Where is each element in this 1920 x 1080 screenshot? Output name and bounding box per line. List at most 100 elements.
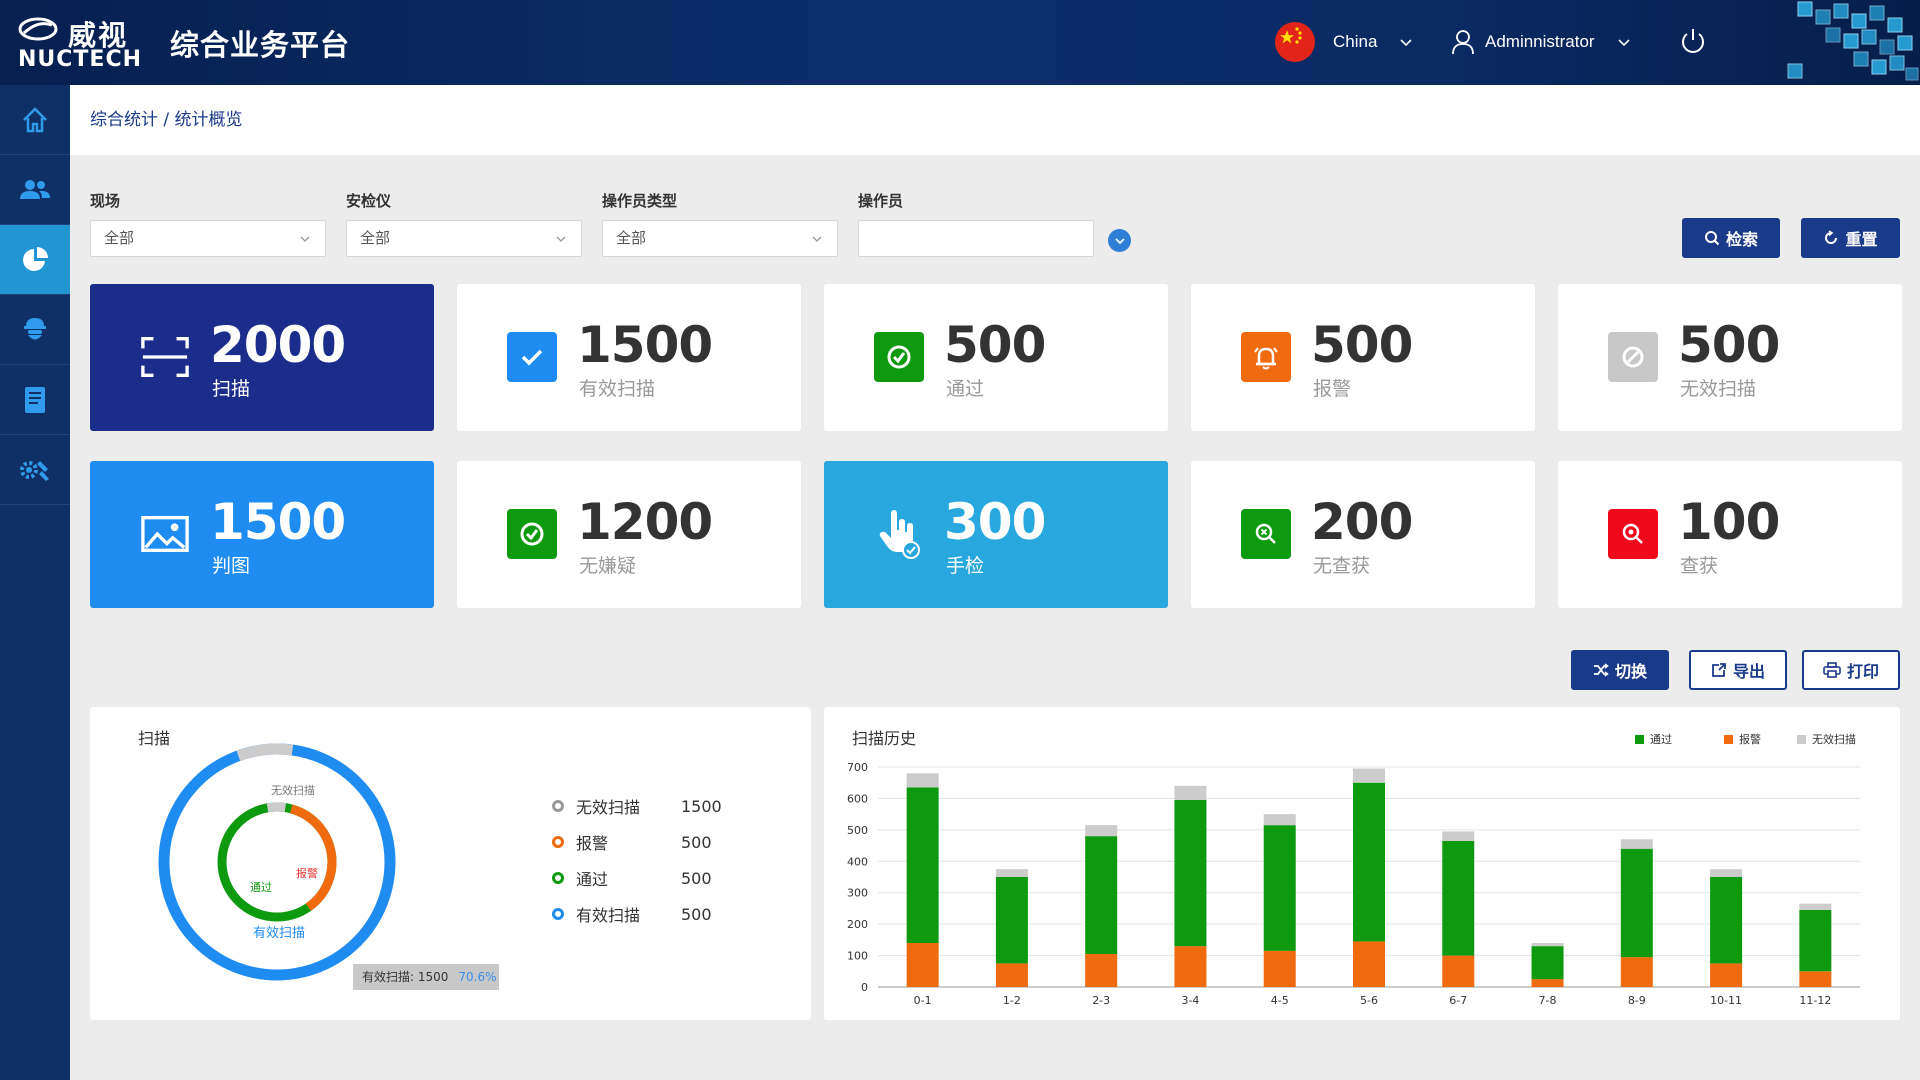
bar-segment [906,773,939,788]
decorative-cubes-graphic [1787,1,1919,81]
legend-value: 500 [681,868,712,888]
legend-item: 报警 500 [552,831,741,853]
stat-card-nothing-found: 200 无查获 [1191,461,1535,608]
sidebar-item-users[interactable] [0,155,70,225]
user-menu[interactable]: Adminnistrator [1451,24,1631,60]
device-filter-label: 安检仪 [346,192,392,210]
stat-card-image-judge: 1500 判图 [90,461,434,608]
stat-label: 报警 [1313,378,1352,400]
bar-segment [906,943,939,987]
region-selector[interactable]: China [1275,22,1413,62]
stat-value: 300 [944,493,1046,551]
bar-segment [1531,979,1564,987]
bar-segment [1799,910,1832,972]
settings-icon [20,460,49,481]
bar-segment [1085,825,1118,837]
print-button[interactable]: 打印 [1802,650,1900,690]
power-icon[interactable] [1678,26,1708,56]
legend-marker [552,800,564,812]
device-select[interactable]: 全部 [346,220,582,257]
check-circle-icon [874,332,924,382]
stat-label: 查获 [1680,555,1719,577]
bar-segment [1620,839,1653,849]
switch-button[interactable]: 切换 [1571,650,1669,690]
search-x-icon [1241,509,1291,559]
x-tick-label: 5-6 [1360,994,1378,1007]
stat-card-hand-check: 300 手检 [824,461,1168,608]
bar-segment [1085,836,1118,954]
y-tick-label: 200 [847,918,868,931]
legend-marker [552,908,564,920]
inspector-icon [24,317,46,339]
operator-type-select-value: 全部 [616,229,647,247]
bar-segment [1174,800,1207,947]
stat-value: 1500 [210,493,346,551]
search-button[interactable]: 检索 [1682,218,1780,258]
stat-label: 有效扫描 [579,378,656,400]
x-tick-label: 11-12 [1799,994,1831,1007]
sidebar-item-statistics[interactable] [0,225,70,295]
refresh-icon [1825,230,1838,244]
donut-label-pass: 通过 [250,881,272,894]
bar-segment [1442,831,1475,841]
bar-segment [1710,963,1743,987]
check-circle-icon [507,509,557,559]
legend-marker [552,872,564,884]
y-tick-label: 700 [847,761,868,774]
stat-label: 无效扫描 [1680,378,1757,400]
stat-label: 无嫌疑 [579,555,637,577]
x-tick-label: 7-8 [1539,994,1557,1007]
sidebar-item-home[interactable] [0,85,70,155]
reset-button[interactable]: 重置 [1801,218,1900,258]
sidebar-item-settings[interactable] [0,435,70,505]
bar-segment [1353,941,1385,987]
home-icon [23,106,47,132]
scan-icon [140,332,190,382]
site-select[interactable]: 全部 [90,220,326,257]
bar-segment [1353,782,1385,942]
bar-segment [1353,768,1385,783]
tooltip-text: 有效扫描: 1500 [362,970,449,984]
operator-input[interactable] [858,220,1094,257]
bar-segment [995,963,1028,987]
operator-type-select[interactable]: 全部 [602,220,838,257]
user-name: Adminnistrator [1485,32,1595,51]
search-button-label: 检索 [1725,230,1758,249]
stat-card-pass: 500 通过 [824,284,1168,431]
stat-card-scan: 2000 扫描 [90,284,434,431]
chevron-down-icon [812,236,822,242]
operator-filter-label: 操作员 [858,192,904,210]
bar-segment [1442,955,1475,987]
book-icon [25,386,45,413]
stat-label: 手检 [946,555,985,577]
bar-segment [1085,954,1118,987]
users-icon [20,179,50,199]
user-icon [1452,30,1474,55]
donut-label-invalid: 无效扫描 [271,783,315,797]
sidebar-item-inspector[interactable] [0,295,70,365]
stat-label: 扫描 [212,378,251,400]
donut-label-alarm: 报警 [296,866,318,880]
expand-filters-button[interactable] [1108,229,1131,252]
chevron-down-icon [1400,39,1412,47]
pie-chart-icon [23,246,48,271]
x-tick-label: 6-7 [1449,994,1467,1007]
export-button[interactable]: 导出 [1689,650,1787,690]
bar-segment [1710,877,1743,964]
bar-segment [995,869,1028,877]
x-tick-label: 1-2 [1003,994,1021,1007]
export-button-label: 导出 [1732,662,1765,681]
legend-name: 通过 [576,870,609,889]
scan-history-panel: 扫描历史 通过 报警 无效扫描 0 100 200 300 400 500 600 700 0-… [824,707,1900,1020]
legend-value: 500 [681,904,712,924]
operator-type-filter-label: 操作员类型 [602,192,678,210]
bar-segment [1710,869,1743,877]
legend-item: 有效扫描 500 [552,903,741,925]
bar-segment [1531,943,1564,947]
donut-inner-alarm-arc [217,802,337,922]
x-tick-label: 2-3 [1092,994,1110,1007]
sidebar-item-records[interactable] [0,365,70,435]
x-tick-label: 8-9 [1628,994,1646,1007]
y-tick-label: 0 [861,981,868,994]
legend-name: 报警 [576,834,609,853]
